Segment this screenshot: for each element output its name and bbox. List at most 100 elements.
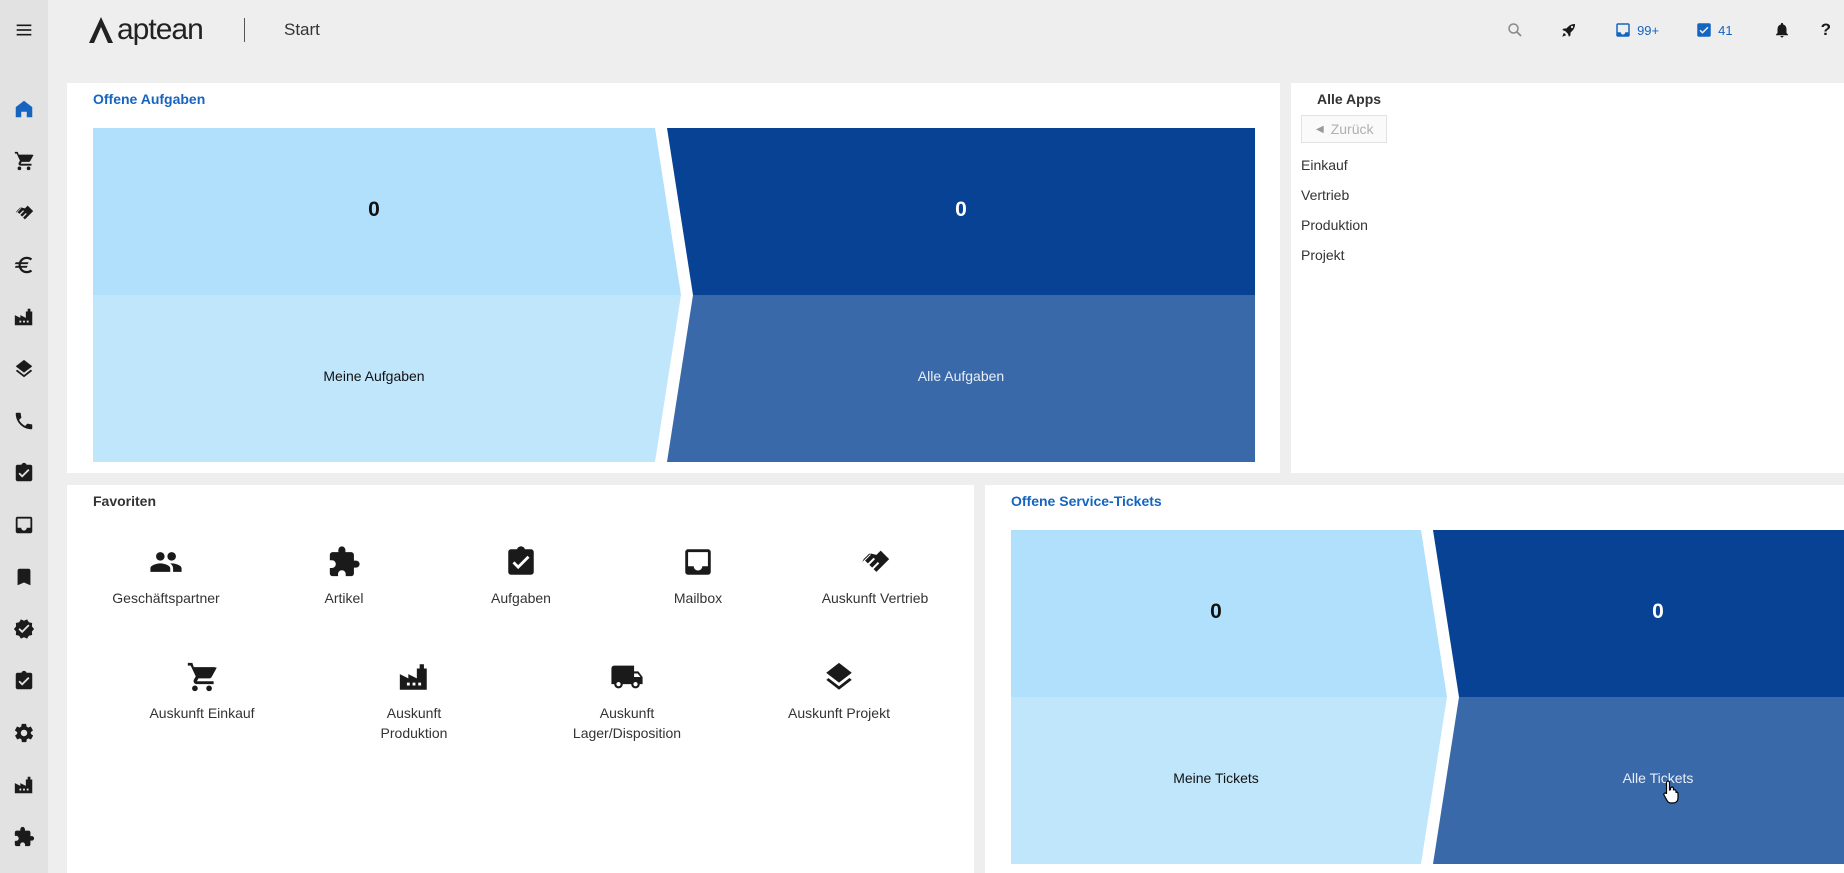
task-icon xyxy=(1697,23,1711,37)
favorite-label: Auskunft Lager/Disposition xyxy=(572,705,682,741)
factory-icon xyxy=(14,308,33,326)
panel-service-tickets: Offene Service-Tickets 0 Meine Tickets 0… xyxy=(985,485,1844,873)
inbox-icon xyxy=(15,516,33,534)
cart-icon xyxy=(187,662,217,692)
factory-icon xyxy=(14,776,33,794)
chevron-left-icon: ◀ xyxy=(1316,123,1324,135)
inbox-icon xyxy=(1616,23,1630,37)
task-icon xyxy=(15,462,33,482)
app-item-produktion[interactable]: Produktion xyxy=(1301,217,1368,233)
alle-apps-title: Alle Apps xyxy=(1317,91,1382,107)
favorite-label: Aufgaben xyxy=(491,590,551,606)
sidebar-item-qualitaet[interactable] xyxy=(0,611,48,647)
favorite-mailbox[interactable]: Mailbox xyxy=(613,545,783,608)
alle-aufgaben-label: Alle Aufgaben xyxy=(917,368,1005,384)
alle-aufgaben-count: 0 xyxy=(955,198,967,221)
back-button-label: Zurück xyxy=(1330,121,1374,137)
panel-favoriten: Favoriten Geschäftspartner Artikel Aufga… xyxy=(67,485,974,873)
meine-aufgaben-count: 0 xyxy=(368,198,380,221)
tasks-count: 41 xyxy=(1718,22,1733,38)
tasks-button[interactable]: 41 xyxy=(1682,12,1745,48)
favorite-auskunft-projekt[interactable]: Auskunft Projekt xyxy=(754,660,924,723)
sidebar-item-produktion[interactable] xyxy=(0,299,48,335)
layers-icon xyxy=(826,662,852,690)
favorite-geschaeftspartner[interactable]: Geschäftspartner xyxy=(81,545,251,608)
aufgaben-tiles: 0 Meine Aufgaben 0 Alle Aufgaben xyxy=(93,128,1255,462)
sidebar-item-aufgaben[interactable] xyxy=(0,455,48,491)
page-title: Start xyxy=(284,20,320,39)
favorite-aufgaben[interactable]: Aufgaben xyxy=(436,545,606,608)
sidebar-item-lesezeichen[interactable] xyxy=(0,559,48,595)
help-button[interactable]: ? xyxy=(1808,12,1844,48)
sidebar-item-vertrieb[interactable] xyxy=(0,195,48,231)
handshake-icon xyxy=(15,205,34,220)
verified-icon xyxy=(13,619,35,639)
header-actions: 99+ 41 ? xyxy=(1493,12,1844,48)
euro-icon xyxy=(14,256,33,274)
meine-tickets-count: 0 xyxy=(1210,600,1222,623)
handshake-icon xyxy=(862,550,890,572)
offene-aufgaben-title[interactable]: Offene Aufgaben xyxy=(93,91,205,107)
sidebar-item-mailbox[interactable] xyxy=(0,507,48,543)
checklist-icon xyxy=(15,670,33,690)
favorite-auskunft-lager[interactable]: Auskunft Lager/Disposition xyxy=(542,660,712,743)
meine-aufgaben-label: Meine Aufgaben xyxy=(323,368,425,384)
sidebar-item-artikel[interactable] xyxy=(0,819,48,855)
rocket-icon xyxy=(1562,23,1576,37)
tickets-tiles: 0 Meine Tickets 0 Alle Tickets xyxy=(1011,530,1844,864)
sidebar-item-checklisten[interactable] xyxy=(0,663,48,699)
logo-text: aptean xyxy=(117,13,204,46)
sidebar-item-service[interactable] xyxy=(0,403,48,439)
favorite-auskunft-produktion[interactable]: Auskunft Produktion xyxy=(329,660,499,743)
panel-alle-apps: Alle Apps ◀ Zurück Einkauf Vertrieb Prod… xyxy=(1291,83,1844,473)
task-icon xyxy=(508,546,534,575)
inbox-icon xyxy=(685,549,711,575)
service-tickets-title[interactable]: Offene Service-Tickets xyxy=(1011,493,1162,509)
alle-tickets-count: 0 xyxy=(1652,600,1664,623)
inbox-count: 99+ xyxy=(1637,22,1660,38)
app-item-projekt[interactable]: Projekt xyxy=(1301,247,1345,263)
bell-icon xyxy=(1775,22,1788,38)
meine-tickets-label: Meine Tickets xyxy=(1173,770,1259,786)
menu-button[interactable] xyxy=(0,12,48,48)
alle-tickets-label: Alle Tickets xyxy=(1622,770,1694,786)
favoriten-title: Favoriten xyxy=(93,493,157,509)
favorite-artikel[interactable]: Artikel xyxy=(259,545,429,608)
home-icon xyxy=(15,100,33,118)
favorite-label: Auskunft Einkauf xyxy=(149,705,255,721)
tickets-tiles-shapes xyxy=(1011,530,1844,864)
favorite-label: Geschäftspartner xyxy=(112,590,220,606)
sidebar-item-home[interactable] xyxy=(0,91,48,127)
sidebar-item-einstellungen[interactable] xyxy=(0,715,48,751)
header-divider xyxy=(244,18,245,42)
cart-icon xyxy=(14,151,34,171)
favorite-auskunft-einkauf[interactable]: Auskunft Einkauf xyxy=(117,660,287,723)
sidebar-item-finanzen[interactable] xyxy=(0,247,48,283)
sidebar-item-projekt[interactable] xyxy=(0,351,48,387)
hand-cursor-icon xyxy=(1663,780,1679,804)
aptean-logo[interactable]: aptean xyxy=(86,10,204,50)
back-button[interactable]: ◀ Zurück xyxy=(1301,115,1387,143)
aufgaben-tiles-shapes xyxy=(93,128,1255,462)
sidebar xyxy=(0,0,48,873)
favorite-label: Auskunft Projekt xyxy=(788,705,890,721)
favorite-auskunft-vertrieb[interactable]: Auskunft Vertrieb xyxy=(790,545,960,608)
factory-icon xyxy=(399,664,427,690)
gear-icon xyxy=(14,723,34,743)
truck-icon xyxy=(611,665,643,689)
notifications-button[interactable] xyxy=(1760,12,1804,48)
people-icon xyxy=(150,552,182,572)
sidebar-item-fabrik[interactable] xyxy=(0,767,48,803)
aptean-logo-mark xyxy=(89,17,113,43)
phone-icon xyxy=(15,412,33,430)
inbox-button[interactable]: 99+ xyxy=(1601,12,1672,48)
favorite-label: Mailbox xyxy=(673,590,723,606)
sidebar-item-einkauf[interactable] xyxy=(0,143,48,179)
quicklaunch-button[interactable] xyxy=(1547,12,1591,48)
app-item-vertrieb[interactable]: Vertrieb xyxy=(1301,187,1349,203)
search-icon xyxy=(1508,23,1522,37)
app-item-einkauf[interactable]: Einkauf xyxy=(1301,157,1348,173)
top-header: aptean Start 99+ 41 ? xyxy=(48,0,1844,60)
search-button[interactable] xyxy=(1493,12,1537,48)
puzzle-icon xyxy=(14,826,35,847)
